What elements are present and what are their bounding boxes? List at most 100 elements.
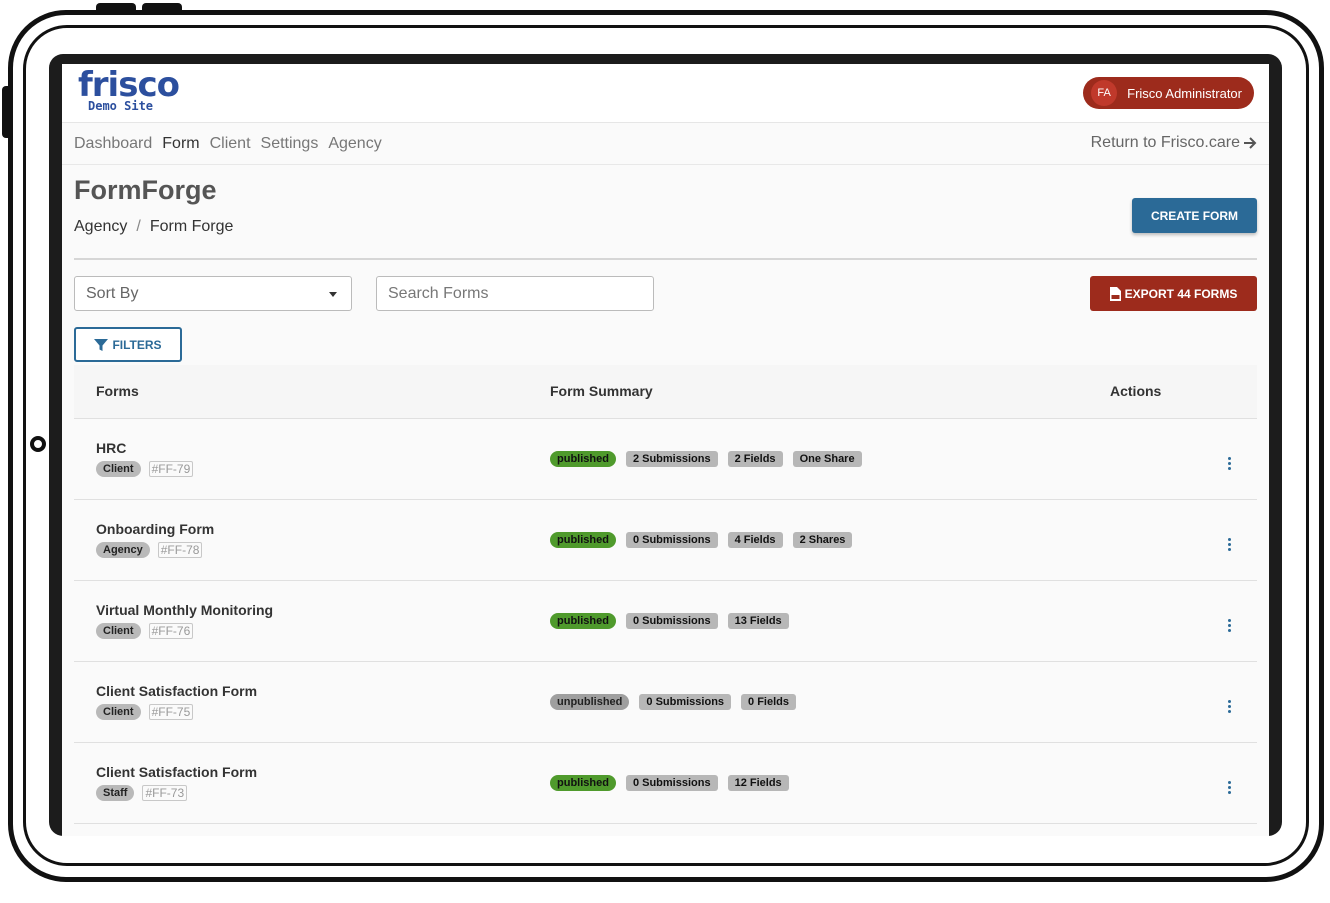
actions-cell	[1110, 418, 1257, 500]
table-header-row: Forms Form Summary Actions	[74, 365, 1257, 419]
form-cell: Virtual Monthly Monitoring Client #FF-76	[74, 580, 550, 662]
actions-cell	[1110, 580, 1257, 662]
form-tags: Client #FF-79	[96, 461, 550, 477]
return-link-label: Return to Frisco.care	[1090, 134, 1240, 151]
column-header-summary: Form Summary	[550, 365, 1110, 419]
more-actions-icon[interactable]	[1223, 699, 1235, 714]
page-header: FormForge Agency / Form Forge CREATE FOR…	[62, 165, 1269, 258]
submissions-badge: 0 Submissions	[625, 774, 718, 791]
main-nav: Dashboard Form Client Settings Agency Re…	[62, 123, 1269, 165]
user-menu-chip[interactable]: FA Frisco Administrator	[1083, 77, 1254, 109]
form-cell: Onboarding Form Agency #FF-78	[74, 499, 550, 581]
summary-badges: published 0 Submissions 4 Fields 2 Share…	[550, 531, 1110, 548]
summary-cell: published 0 Submissions 12 Fields	[550, 742, 1110, 824]
table-row[interactable]: Virtual Monthly Monitoring Client #FF-76…	[74, 580, 1257, 662]
camera-icon	[30, 436, 46, 452]
summary-badges: published 0 Submissions 13 Fields	[550, 612, 1110, 629]
frisco-logo[interactable]: frisco Demo Site	[78, 68, 180, 113]
page-title: FormForge	[74, 175, 217, 205]
create-form-button[interactable]: CREATE FORM	[1132, 198, 1257, 233]
summary-cell: published 0 Submissions 13 Fields	[550, 580, 1110, 662]
nav-form[interactable]: Form	[162, 135, 199, 153]
form-type-tag: Client	[96, 704, 141, 720]
pdf-file-icon	[1109, 286, 1121, 301]
form-type-tag: Agency	[96, 542, 150, 558]
return-to-frisco-link[interactable]: Return to Frisco.care	[1091, 134, 1257, 152]
form-name[interactable]: Client Satisfaction Form	[96, 683, 550, 699]
fields-badge: 12 Fields	[727, 774, 789, 791]
shares-badge: 2 Shares	[792, 531, 853, 548]
form-name[interactable]: Client Satisfaction Form	[96, 764, 550, 780]
table-row[interactable]: Onboarding Form Agency #FF-78 published …	[74, 499, 1257, 581]
export-forms-button[interactable]: EXPORT 44 FORMS	[1090, 276, 1257, 311]
more-actions-icon[interactable]	[1223, 618, 1235, 633]
fields-badge: 0 Fields	[741, 693, 796, 710]
sort-by-select[interactable]: Sort By	[74, 276, 352, 311]
filter-icon	[94, 338, 109, 351]
shares-badge: One Share	[792, 450, 862, 467]
form-name[interactable]: Virtual Monthly Monitoring	[96, 602, 550, 618]
nav-dashboard[interactable]: Dashboard	[74, 135, 152, 153]
more-actions-icon[interactable]	[1223, 780, 1235, 795]
filters-label: FILTERS	[112, 337, 162, 352]
form-code: #FF-79	[148, 461, 194, 477]
actions-cell	[1110, 742, 1257, 824]
form-code: #FF-78	[157, 542, 203, 558]
table-row[interactable]: HRC Client #FF-79 published 2 Submission…	[74, 418, 1257, 500]
column-header-forms: Forms	[74, 365, 550, 419]
submissions-badge: 2 Submissions	[625, 450, 718, 467]
filters-button[interactable]: FILTERS	[74, 327, 182, 362]
table-row[interactable]: Client Satisfaction Form Client #FF-75 u…	[74, 661, 1257, 743]
breadcrumb: Agency / Form Forge	[74, 218, 1257, 236]
form-cell: Client Satisfaction Form Client #FF-75	[74, 661, 550, 743]
nav-client[interactable]: Client	[210, 135, 251, 153]
summary-badges: published 2 Submissions 2 Fields One Sha…	[550, 450, 1110, 467]
form-tags: Client #FF-75	[96, 704, 550, 720]
column-header-actions: Actions	[1110, 365, 1257, 419]
form-type-tag: Client	[96, 623, 141, 639]
fields-badge: 13 Fields	[727, 612, 789, 629]
caret-down-icon	[329, 292, 337, 297]
breadcrumb-form-forge: Form Forge	[149, 218, 234, 235]
status-badge: published	[550, 612, 616, 629]
form-tags: Staff #FF-73	[96, 785, 550, 801]
app-screen: frisco Demo Site FA Frisco Administrator…	[62, 64, 1269, 836]
top-bar: frisco Demo Site FA Frisco Administrator	[62, 64, 1269, 123]
search-forms-input[interactable]	[376, 276, 654, 311]
actions-cell	[1110, 661, 1257, 743]
form-code: #FF-76	[148, 623, 194, 639]
user-avatar: FA	[1091, 80, 1118, 106]
more-actions-icon[interactable]	[1223, 456, 1235, 471]
form-cell: Client Satisfaction Form Staff #FF-73	[74, 742, 550, 824]
form-cell: HRC Client #FF-79	[74, 418, 550, 500]
forms-table: Forms Form Summary Actions HRC Client #F…	[74, 365, 1257, 824]
summary-cell: published 2 Submissions 2 Fields One Sha…	[550, 418, 1110, 500]
controls-bar: Sort By EXPORT 44 FORMS FILTERS	[62, 260, 1269, 365]
breadcrumb-separator: /	[136, 218, 141, 235]
breadcrumb-agency[interactable]: Agency	[74, 218, 127, 236]
form-code: #FF-73	[142, 785, 188, 801]
nav-agency[interactable]: Agency	[328, 135, 381, 153]
status-badge: published	[550, 531, 616, 548]
form-name[interactable]: Onboarding Form	[96, 521, 550, 537]
nav-settings[interactable]: Settings	[261, 135, 319, 153]
actions-cell	[1110, 499, 1257, 581]
form-code: #FF-75	[148, 704, 194, 720]
fields-badge: 4 Fields	[727, 531, 783, 548]
form-tags: Client #FF-76	[96, 623, 550, 639]
submissions-badge: 0 Submissions	[639, 693, 732, 710]
summary-badges: unpublished 0 Submissions 0 Fields	[550, 693, 1110, 710]
status-badge: published	[550, 450, 616, 467]
summary-cell: published 0 Submissions 4 Fields 2 Share…	[550, 499, 1110, 581]
submissions-badge: 0 Submissions	[625, 612, 718, 629]
form-tags: Agency #FF-78	[96, 542, 550, 558]
form-type-tag: Staff	[96, 785, 135, 801]
status-badge: published	[550, 774, 616, 791]
fields-badge: 2 Fields	[727, 450, 783, 467]
submissions-badge: 0 Submissions	[625, 531, 718, 548]
form-name[interactable]: HRC	[96, 440, 550, 456]
more-actions-icon[interactable]	[1223, 537, 1235, 552]
user-name: Frisco Administrator	[1127, 85, 1242, 101]
summary-cell: unpublished 0 Submissions 0 Fields	[550, 661, 1110, 743]
table-row[interactable]: Client Satisfaction Form Staff #FF-73 pu…	[74, 742, 1257, 824]
